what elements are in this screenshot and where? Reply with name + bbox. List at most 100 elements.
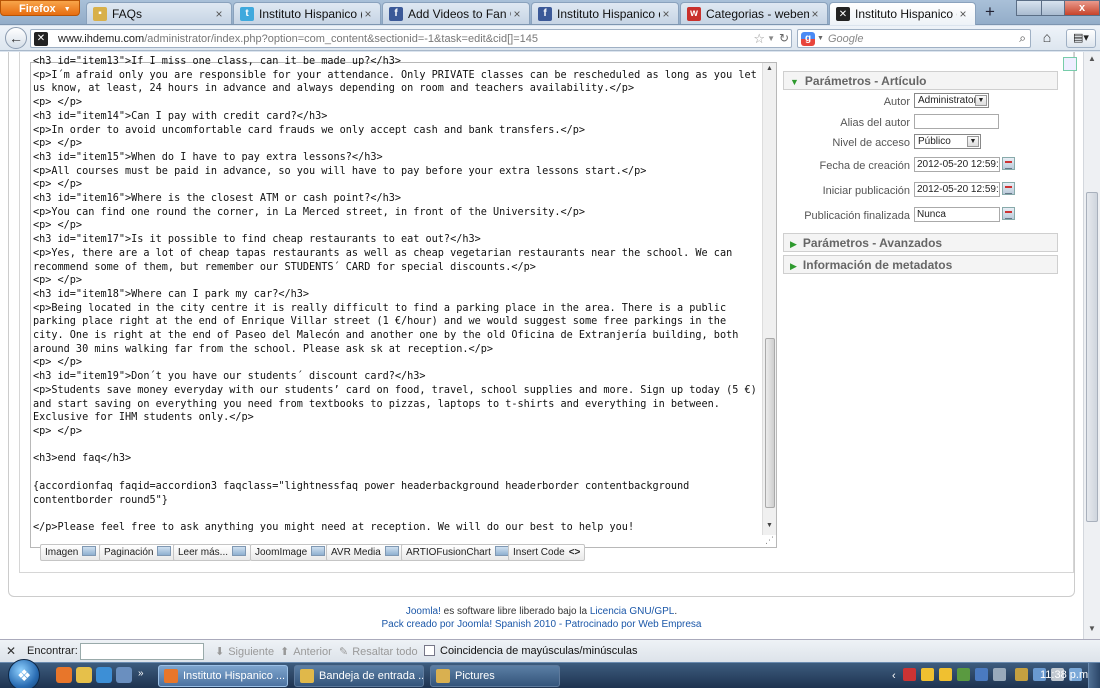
back-button[interactable]: ←: [5, 27, 27, 49]
new-tab-button[interactable]: +: [978, 3, 1002, 23]
chevron-up-icon[interactable]: ▲: [763, 65, 776, 72]
match-case-label[interactable]: Coincidencia de mayúsculas/minúsculas: [440, 645, 637, 657]
url-bar[interactable]: ✕ www.ihdemu.com/administrator/index.php…: [30, 29, 792, 48]
clock[interactable]: 11:38 p.m.: [1040, 669, 1091, 681]
match-case-checkbox[interactable]: [424, 645, 435, 656]
chevron-down-icon[interactable]: ▼: [817, 35, 824, 42]
chevron-up-icon[interactable]: ▲: [1084, 54, 1100, 63]
taskbar-item-firefox[interactable]: Instituto Hispanico ...: [158, 665, 288, 687]
show-desktop-icon[interactable]: [116, 667, 132, 683]
created-date-input[interactable]: 2012-05-20 12:59:05: [914, 157, 1000, 172]
chevron-down-icon[interactable]: ▼: [763, 522, 776, 529]
highlight-all-button[interactable]: ✎ Resaltar todo: [339, 645, 418, 658]
joomimage-button[interactable]: JoomImage: [250, 544, 331, 561]
resize-grip-icon[interactable]: ⋰: [765, 535, 774, 546]
bookmarks-button[interactable]: ▤▾: [1066, 29, 1096, 48]
google-icon[interactable]: g: [801, 32, 815, 46]
close-icon[interactable]: ×: [809, 7, 821, 21]
toggle-editor-icon[interactable]: [1063, 57, 1077, 71]
maximize-button[interactable]: [1041, 0, 1065, 16]
search-bar[interactable]: g ▼ Google ⌕: [797, 29, 1031, 48]
article-params-body: Autor Administrator ▼ Alias del autor Niv…: [783, 93, 1058, 233]
url-text[interactable]: www.ihdemu.com/administrator/index.php?o…: [58, 33, 538, 45]
close-window-button[interactable]: x: [1064, 0, 1100, 16]
insert-code-button[interactable]: Insert Code <>: [508, 544, 586, 561]
editor-scrollbar[interactable]: ▲ ▼: [762, 63, 776, 535]
article-text-editor[interactable]: <h3 id="item13">If I miss one class, can…: [30, 56, 777, 548]
tray-app-icon[interactable]: [956, 668, 970, 681]
taskbar-item-inbox[interactable]: Bandeja de entrada ...: [294, 665, 424, 687]
chevron-left-icon[interactable]: ‹: [892, 670, 896, 682]
tab-facebook-videos[interactable]: f Add Videos to Fan Clu... ×: [382, 2, 530, 24]
firefox-icon[interactable]: [56, 667, 72, 683]
chevron-right-icon[interactable]: »: [138, 668, 148, 684]
tray-app-icon[interactable]: [1015, 668, 1029, 681]
close-icon[interactable]: ×: [362, 7, 374, 21]
internet-explorer-icon[interactable]: [96, 667, 112, 683]
firefox-menu-button[interactable]: Firefox: [0, 0, 80, 16]
close-icon[interactable]: ×: [957, 7, 969, 21]
close-icon[interactable]: ×: [511, 7, 523, 21]
star-icon[interactable]: ☆: [753, 31, 765, 47]
tray-app-icon[interactable]: [938, 668, 952, 681]
tab-facebook-instituto[interactable]: f Instituto Hispanico de ... ×: [531, 2, 679, 24]
minimize-button[interactable]: [1016, 0, 1042, 16]
author-alias-input[interactable]: [914, 114, 999, 129]
article-params-header[interactable]: ▼ Parámetros - Artículo: [783, 71, 1058, 90]
weebly-icon: w: [687, 6, 701, 21]
pagebreak-button[interactable]: Paginación: [99, 544, 177, 561]
joomla-link[interactable]: Joomla!: [406, 606, 441, 617]
show-desktop-button[interactable]: [1088, 663, 1100, 688]
chevron-down-icon[interactable]: ▼: [1084, 624, 1100, 633]
publish-down-input[interactable]: Nunca: [914, 207, 1000, 222]
chevron-down-icon[interactable]: ▼: [967, 136, 979, 147]
reload-icon[interactable]: ↻: [779, 31, 789, 45]
start-button[interactable]: [8, 659, 40, 688]
home-button[interactable]: ⌂: [1036, 29, 1058, 48]
advanced-params-header[interactable]: ▶ Parámetros - Avanzados: [783, 233, 1058, 252]
tray-app-icon[interactable]: [974, 668, 988, 681]
calendar-icon[interactable]: [1002, 182, 1015, 195]
tab-faqs[interactable]: ▪ FAQs ×: [86, 2, 232, 24]
find-next-button[interactable]: ⬇ Siguiente: [215, 645, 274, 658]
author-select[interactable]: Administrator ▼: [914, 93, 989, 108]
footer-credits-link[interactable]: Pack creado por Joomla! Spanish 2010 - P…: [0, 618, 1083, 631]
taskbar-item-pictures[interactable]: Pictures: [430, 665, 560, 687]
tab-instituto-admin[interactable]: ✕ Instituto Hispanico de ... ×: [829, 2, 976, 25]
tab-categorias[interactable]: w Categorias - webempr... ×: [680, 2, 828, 24]
site-favicon-icon: ✕: [34, 32, 48, 46]
tab-twitter[interactable]: t Instituto Hispanico (ih... ×: [233, 2, 381, 24]
page-viewport: <h3 id="item13">If I miss one class, can…: [0, 52, 1100, 639]
avr-media-button[interactable]: AVR Media: [326, 544, 404, 561]
publish-up-input[interactable]: 2012-05-20 12:59:05: [914, 182, 1000, 197]
access-level-select[interactable]: Público ▼: [914, 134, 981, 149]
page-scrollbar[interactable]: ▲ ▼: [1083, 52, 1100, 639]
readmore-button[interactable]: Leer más...: [173, 544, 252, 561]
tray-app-icon[interactable]: [993, 668, 1007, 681]
chevron-down-icon[interactable]: ▼: [975, 95, 987, 106]
find-previous-button[interactable]: ⬆ Anterior: [280, 645, 332, 658]
editor-scroll-thumb[interactable]: [765, 338, 775, 508]
alias-row: Alias del autor: [783, 114, 1058, 134]
chevron-down-icon[interactable]: ▼: [767, 34, 775, 43]
highlighter-icon: ✎: [339, 646, 349, 658]
search-input[interactable]: Google: [828, 33, 863, 45]
artio-fusionchart-button[interactable]: ARTIOFusionChart: [401, 544, 514, 561]
editor-textarea[interactable]: <h3 id="item13">If I miss one class, can…: [33, 55, 761, 539]
metadata-header[interactable]: ▶ Información de metadatos: [783, 255, 1058, 274]
find-input[interactable]: [80, 643, 204, 660]
folder-icon: [436, 669, 450, 683]
calendar-icon[interactable]: [1002, 207, 1015, 220]
tray-app-icon[interactable]: [902, 668, 916, 681]
page-scroll-thumb[interactable]: [1086, 192, 1098, 522]
close-icon[interactable]: ✕: [6, 644, 16, 658]
gpl-license-link[interactable]: Licencia GNU/GPL: [590, 606, 674, 617]
close-icon[interactable]: ×: [660, 7, 672, 21]
image-button[interactable]: Imagen: [40, 544, 102, 561]
search-icon[interactable]: ⌕: [1019, 31, 1026, 46]
windows-taskbar: » Instituto Hispanico ... Bandeja de ent…: [0, 659, 1100, 688]
explorer-folder-icon[interactable]: [76, 667, 92, 683]
close-icon[interactable]: ×: [213, 7, 225, 21]
tray-app-icon[interactable]: [920, 668, 934, 681]
calendar-icon[interactable]: [1002, 157, 1015, 170]
